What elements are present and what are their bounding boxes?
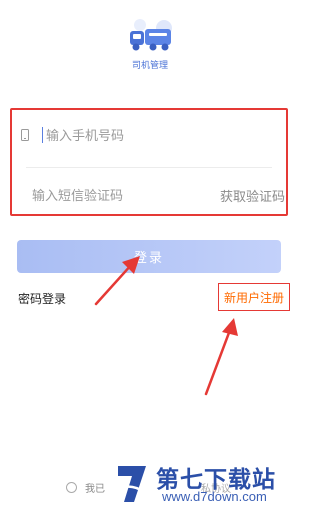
code-row: 获取验证码 [12,180,286,210]
watermark-logo-icon [118,466,146,502]
agreement-radio[interactable] [66,482,77,493]
password-login-link[interactable]: 密码登录 [18,290,66,307]
phone-icon [21,129,29,141]
site-watermark: 第七下载站 www.d7down.com [110,460,300,509]
agreement-prefix: 我已 [85,484,105,495]
annotation-arrow-register [204,318,238,396]
login-form: 获取验证码 [10,108,288,216]
phone-row [12,120,286,150]
login-button[interactable]: 登录 [17,240,281,273]
phone-input[interactable] [46,127,286,143]
get-code-button[interactable]: 获取验证码 [220,186,285,205]
register-highlight: 新用户注册 [218,283,290,311]
truck-logo-icon [130,19,172,51]
sms-code-input[interactable] [32,187,208,203]
watermark-url: www.d7down.com [162,489,267,504]
app-logo-label: 司机管理 [131,60,168,70]
app-logo: 司机管理 [0,16,300,71]
register-link[interactable]: 新用户注册 [224,289,284,306]
text-cursor [42,127,43,143]
form-divider [26,167,272,168]
